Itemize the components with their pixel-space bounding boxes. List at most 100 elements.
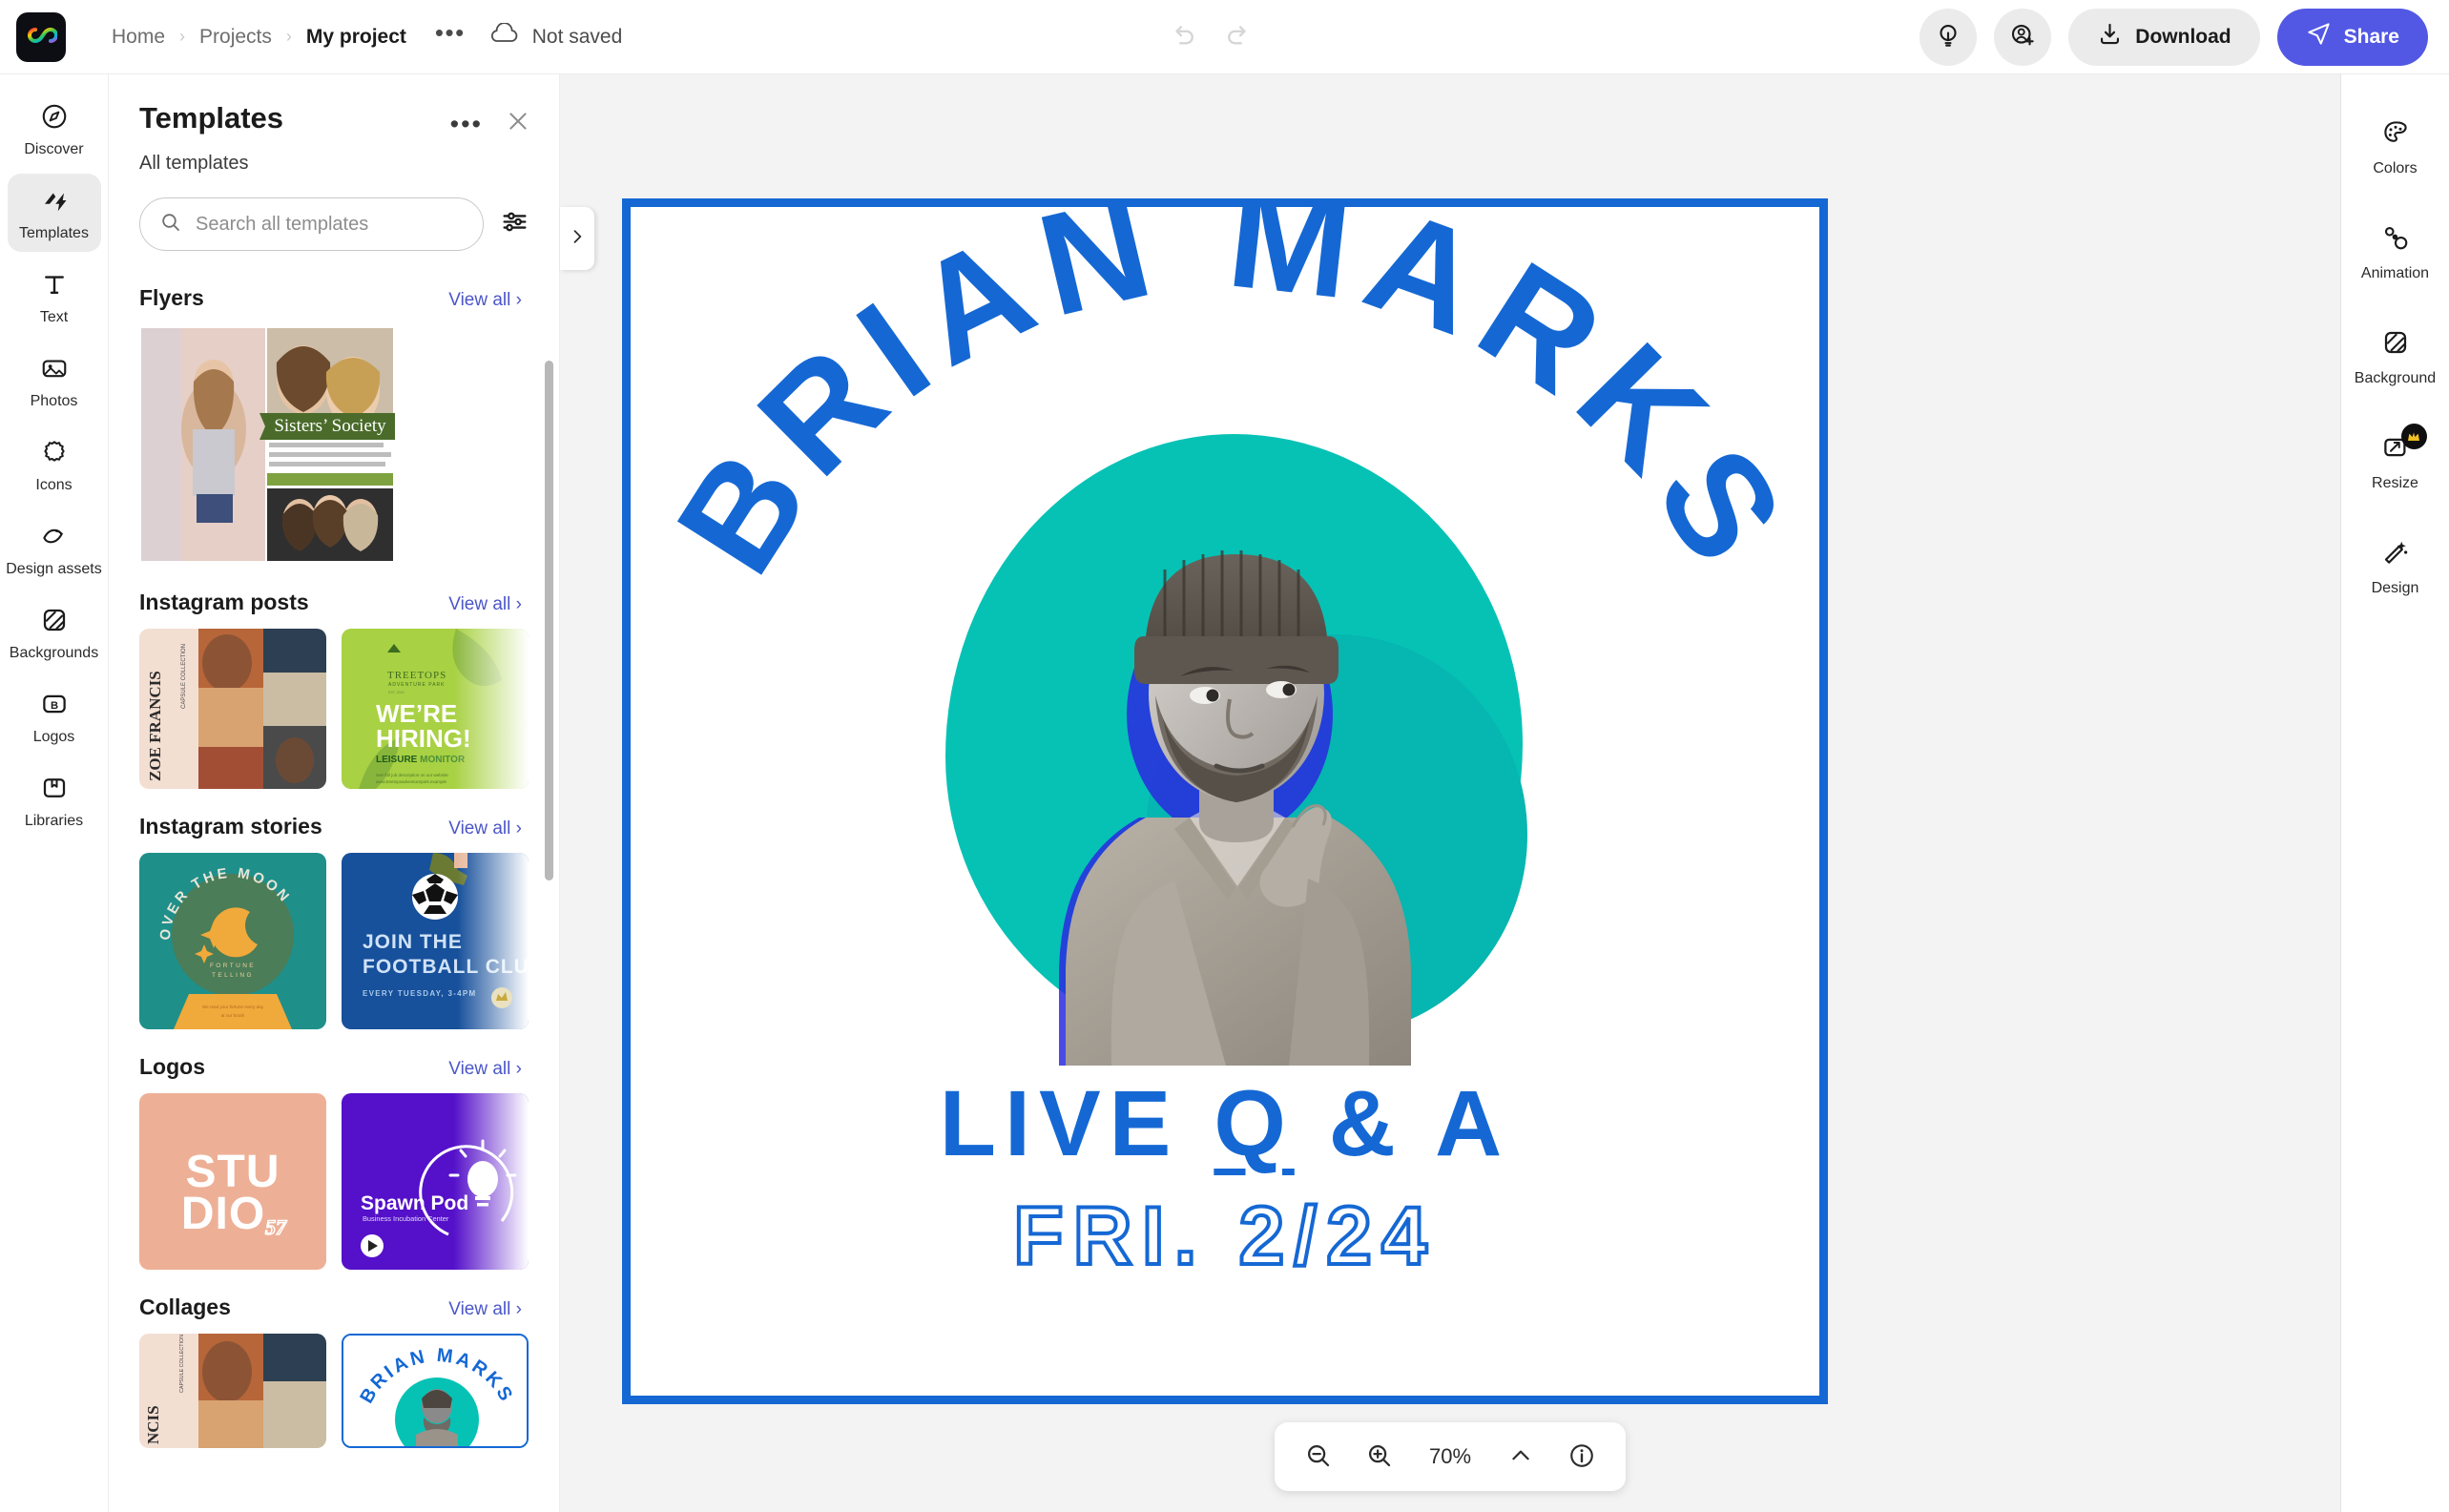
close-icon[interactable] xyxy=(506,109,530,138)
section-title: Flyers xyxy=(139,285,204,310)
headline-underlined-q: Q xyxy=(1214,1071,1295,1175)
search-input[interactable] xyxy=(196,213,464,236)
rightrail-item-colors[interactable]: Colors xyxy=(2348,107,2443,189)
thumbnail-row-flyers: Sisters’ Society xyxy=(109,324,559,565)
sidebar-item-text[interactable]: Text xyxy=(8,258,101,336)
template-card-zoe-francis[interactable]: ZOE FRANCIS CAPSULE COLLECTION xyxy=(139,629,326,789)
info-button[interactable] xyxy=(1555,1430,1608,1483)
sidebar-item-logos[interactable]: B Logos xyxy=(8,677,101,756)
burst-icon xyxy=(40,438,69,471)
svg-text:ZOE FRANCIS: ZOE FRANCIS xyxy=(146,671,164,781)
svg-text:CAPSULE COLLECTION: CAPSULE COLLECTION xyxy=(179,1335,185,1393)
photo-icon xyxy=(40,354,69,387)
svg-text:NCIS: NCIS xyxy=(144,1405,162,1444)
zoom-toolbar: 70% xyxy=(1275,1422,1626,1491)
svg-text:Sisters’ Society: Sisters’ Society xyxy=(274,416,386,436)
share-label: Share xyxy=(2343,25,2399,48)
rightrail-label: Design xyxy=(2371,580,2419,596)
zoom-in-icon xyxy=(1365,1441,1394,1473)
zoom-menu-button[interactable] xyxy=(1494,1430,1547,1483)
section-header-logos: Logos View all › xyxy=(109,1029,559,1093)
invite-button[interactable] xyxy=(1994,8,2052,66)
premium-crown-icon xyxy=(2400,424,2427,449)
section-header-instagram-posts: Instagram posts View all › xyxy=(109,565,559,629)
share-button[interactable]: Share xyxy=(2276,8,2428,66)
sidebar-label: Libraries xyxy=(24,813,84,829)
breadcrumb-current-project[interactable]: My project xyxy=(295,26,418,49)
search-icon xyxy=(159,211,182,238)
rightrail-item-background[interactable]: Background xyxy=(2348,317,2443,399)
magic-wand-icon xyxy=(2381,538,2410,571)
template-card-studio-57[interactable]: STU DIO 57 xyxy=(139,1093,326,1270)
panel-collapse-button[interactable] xyxy=(560,207,594,270)
template-card-football-club[interactable]: JOIN THE FOOTBALL CLUB EVERY TUESDAY, 3-… xyxy=(342,853,529,1029)
search-box[interactable] xyxy=(139,197,484,251)
lightbulb-icon xyxy=(1934,21,1962,52)
sidebar-item-icons[interactable]: Icons xyxy=(8,425,101,504)
template-card-brian-marks-collage[interactable]: BRIAN MARKS xyxy=(342,1334,529,1448)
thumbnail-row-logos: STU DIO 57 Sp xyxy=(109,1093,559,1270)
portrait-photo[interactable] xyxy=(1003,493,1470,1066)
section-title: Logos xyxy=(139,1054,205,1079)
panel-more-dots-icon[interactable]: ••• xyxy=(450,111,483,136)
sidebar-item-templates[interactable]: Templates xyxy=(7,174,101,252)
rightrail-item-design[interactable]: Design xyxy=(2348,527,2443,609)
panel-scrollbar[interactable] xyxy=(545,361,553,880)
breadcrumb-home[interactable]: Home xyxy=(100,26,176,49)
sidebar-item-photos[interactable]: Photos xyxy=(8,342,101,420)
sidebar-item-backgrounds[interactable]: Backgrounds xyxy=(8,593,101,672)
breadcrumb: Home › Projects › My project ••• Not sav… xyxy=(100,20,622,51)
download-label: Download xyxy=(2135,25,2231,48)
filter-sliders-icon[interactable] xyxy=(501,208,529,240)
background-icon xyxy=(40,606,69,639)
zoom-out-icon xyxy=(1304,1441,1333,1473)
download-button[interactable]: Download xyxy=(2068,8,2260,66)
project-menu-dots-icon[interactable]: ••• xyxy=(418,20,483,47)
canvas-area[interactable]: BRIAN MARKS LIVE Q & A FRI. 2/24 70% xyxy=(560,74,2340,1512)
sidebar-label: Icons xyxy=(35,477,73,493)
sidebar-item-libraries[interactable]: Libraries xyxy=(8,761,101,839)
view-all-flyers-link[interactable]: View all › xyxy=(448,290,522,311)
section-title: Collages xyxy=(139,1295,231,1319)
palette-icon xyxy=(2381,118,2410,152)
template-card-treetops-hiring[interactable]: TREETOPS ADVENTURE PARK EST. 2004 WE’RE … xyxy=(342,629,529,789)
redo-icon[interactable] xyxy=(1223,20,1252,53)
top-right-actions: Download Share xyxy=(1920,8,2428,66)
template-card-sisters-society[interactable]: Sisters’ Society xyxy=(139,324,395,565)
view-all-collages-link[interactable]: View all › xyxy=(448,1299,522,1320)
template-card-spawn-pod[interactable]: Spawn Pod Business Incubation Center xyxy=(342,1093,529,1270)
view-all-instagram-stories-link[interactable]: View all › xyxy=(448,818,522,839)
left-nav-rail: Discover Templates Text Photos Icons Des… xyxy=(0,74,109,1512)
rightrail-item-animation[interactable]: Animation xyxy=(2348,212,2443,294)
template-card-zoe-francis-collage[interactable]: NCIS CAPSULE COLLECTION xyxy=(139,1334,326,1448)
template-card-over-the-moon[interactable]: OVER THE MOON FORTUNE TELLING We read yo… xyxy=(139,853,326,1029)
thumbnail-row-instagram-stories: OVER THE MOON FORTUNE TELLING We read yo… xyxy=(109,853,559,1029)
artboard[interactable]: BRIAN MARKS LIVE Q & A FRI. 2/24 xyxy=(622,198,1828,1404)
sidebar-item-design-assets[interactable]: Design assets xyxy=(6,509,102,588)
undo-icon[interactable] xyxy=(1170,20,1198,53)
svg-text:We read your fortune every day: We read your fortune every day xyxy=(202,1005,264,1009)
date-text[interactable]: FRI. 2/24 xyxy=(631,1189,1819,1284)
rightrail-label: Colors xyxy=(2373,160,2418,176)
panel-scroll-content[interactable]: Flyers View all › Sisters’ Society Insta… xyxy=(109,260,559,1512)
send-icon xyxy=(2306,21,2332,52)
zoom-level-label[interactable]: 70% xyxy=(1414,1444,1486,1469)
add-user-icon xyxy=(2008,21,2037,52)
sidebar-item-discover[interactable]: Discover xyxy=(8,90,101,168)
rightrail-item-resize[interactable]: Resize xyxy=(2348,422,2443,504)
undo-redo-group xyxy=(1170,20,1252,53)
zoom-in-button[interactable] xyxy=(1353,1430,1406,1483)
zoom-out-button[interactable] xyxy=(1292,1430,1345,1483)
thumbnail-row-instagram-posts: ZOE FRANCIS CAPSULE COLLECTION TREETOPS … xyxy=(109,629,559,789)
breadcrumb-projects[interactable]: Projects xyxy=(188,26,283,49)
svg-text:DIO: DIO xyxy=(181,1189,265,1239)
rightrail-label: Background xyxy=(2354,370,2437,386)
ideas-button[interactable] xyxy=(1920,8,1978,66)
view-all-instagram-posts-link[interactable]: View all › xyxy=(448,594,522,615)
adobe-express-logo-icon[interactable] xyxy=(16,11,66,62)
chevron-up-icon xyxy=(1508,1443,1533,1471)
svg-text:FORTUNE: FORTUNE xyxy=(210,963,256,969)
search-row xyxy=(109,175,559,251)
view-all-logos-link[interactable]: View all › xyxy=(448,1059,522,1080)
headline-live-qa[interactable]: LIVE Q & A xyxy=(631,1070,1819,1177)
